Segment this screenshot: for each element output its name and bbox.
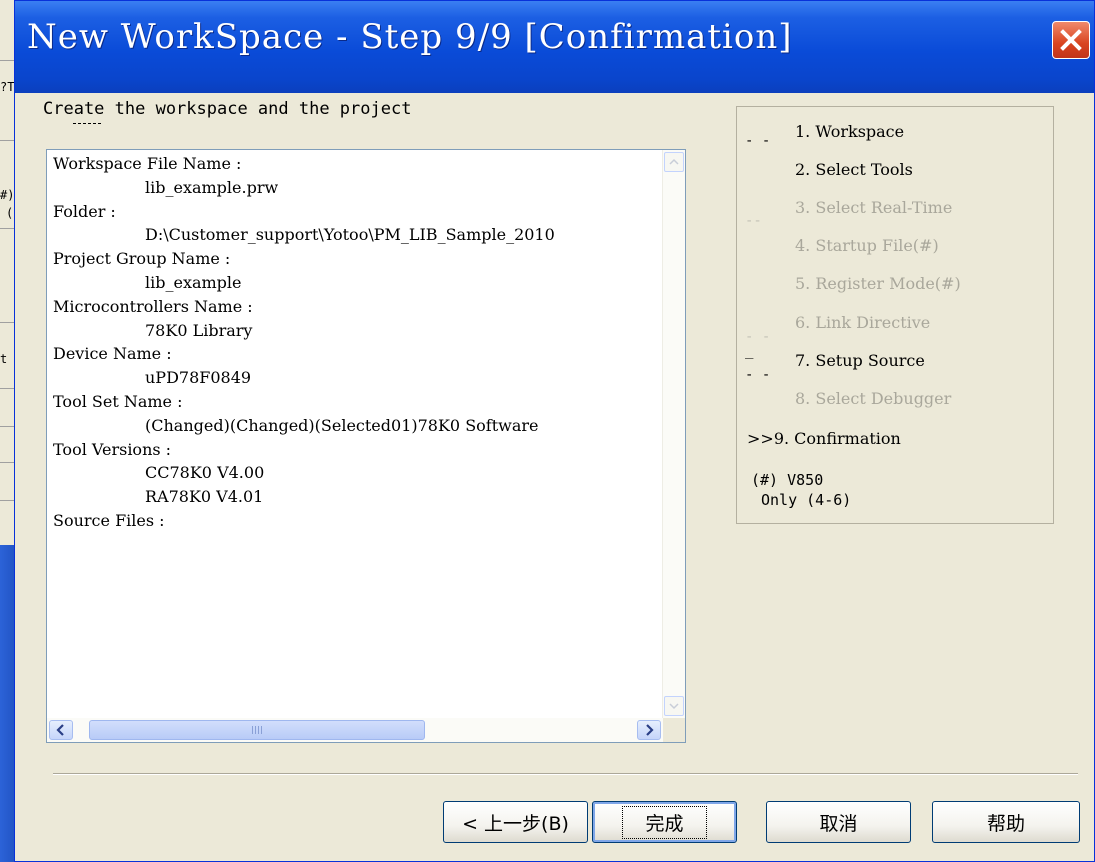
help-button[interactable]: 帮助 xyxy=(932,801,1080,843)
step-link-directive: 6. Link Directive xyxy=(795,313,931,332)
step-select-debugger: 8. Select Debugger xyxy=(795,389,952,408)
summary-value-line: D:\Customer_support\Yotoo\PM_LIB_Sample_… xyxy=(145,225,555,245)
summary-label-line: Workspace File Name : xyxy=(53,154,242,173)
step-workspace: 1. Workspace xyxy=(795,122,905,141)
bg-text-fragment: ( xyxy=(6,206,14,220)
dialog-body: Create the workspace and the project Wor… xyxy=(19,93,1090,857)
close-button[interactable] xyxy=(1052,21,1090,59)
summary-label-line: Tool Set Name : xyxy=(53,391,183,411)
vertical-scrollbar[interactable] xyxy=(662,150,685,718)
scrollbar-corner xyxy=(663,718,685,742)
wizard-steps-panel: - - 1. Workspace 2. Select Tools 3. Sele… xyxy=(736,106,1054,524)
summary-label-line: Folder : xyxy=(53,201,116,221)
window-title: New WorkSpace - Step 9/9 [Confirmation] xyxy=(27,17,793,57)
chevron-up-icon xyxy=(669,158,679,165)
step-setup-source: 7. Setup Source xyxy=(795,351,925,370)
bg-text-fragment: t xyxy=(0,352,8,366)
back-button[interactable]: < 上一步(B) xyxy=(443,801,588,843)
step-register-mode: 5. Register Mode(#) xyxy=(795,274,961,293)
step-marker: _ xyxy=(745,343,754,359)
step-select-tools: 2. Select Tools xyxy=(795,160,913,179)
step-startup-file: 4. Startup File(#) xyxy=(795,236,939,255)
summary-textbox[interactable]: Workspace File Name : lib_example.prw Fold… xyxy=(46,149,686,743)
summary-label-line: Microcontrollers Name : xyxy=(53,296,253,316)
grip-icon xyxy=(252,726,262,734)
bg-text-fragment: #) xyxy=(0,188,15,202)
bg-text-fragment: ?T xyxy=(0,80,15,94)
summary-label-line: Source Files : xyxy=(53,510,165,530)
step-marker: -- xyxy=(745,213,762,229)
v850-note-line2: Only (4-6) xyxy=(761,491,852,509)
title-bar[interactable]: New WorkSpace - Step 9/9 [Confirmation] xyxy=(15,1,1094,93)
horizontal-scroll-thumb[interactable] xyxy=(89,720,425,740)
button-separator xyxy=(53,773,1078,775)
step-marker: - - xyxy=(745,367,771,383)
scroll-left-button[interactable] xyxy=(49,720,73,740)
summary-value-line: lib_example xyxy=(145,272,242,292)
summary-text: Workspace File Name : lib_example.prw Fold… xyxy=(53,152,659,716)
summary-value-line: (Changed)(Changed)(Selected01)78K0 Softw… xyxy=(145,415,539,435)
summary-label-line: Device Name : xyxy=(53,344,172,364)
scroll-up-button[interactable] xyxy=(664,152,684,172)
finish-button-label: 完成 xyxy=(622,805,707,839)
v850-note-line1: (#) V850 xyxy=(751,471,824,489)
close-icon xyxy=(1060,29,1082,51)
summary-value-line: 78K0 Library xyxy=(145,320,253,340)
summary-value-line: lib_example.prw xyxy=(145,177,279,197)
summary-label-line: Tool Versions : xyxy=(53,439,172,459)
scroll-down-button[interactable] xyxy=(664,696,684,716)
cancel-button[interactable]: 取消 xyxy=(766,801,911,843)
page-heading: Create the workspace and the project xyxy=(43,99,412,119)
scroll-right-button[interactable] xyxy=(637,720,661,740)
new-workspace-dialog: New WorkSpace - Step 9/9 [Confirmation] … xyxy=(14,0,1095,862)
chevron-down-icon xyxy=(669,703,679,710)
chevron-right-icon xyxy=(646,724,654,736)
horizontal-scrollbar[interactable] xyxy=(47,718,663,742)
summary-value-line: CC78K0 V4.00 xyxy=(145,463,265,483)
step-marker: - - xyxy=(745,133,771,149)
summary-value-line: uPD78F0849 xyxy=(145,368,252,388)
summary-value-line: RA78K0 V4.01 xyxy=(145,487,264,507)
step-confirmation-current: >>9. Confirmation xyxy=(747,429,901,448)
chevron-left-icon xyxy=(56,724,64,736)
accelerator-underline xyxy=(73,123,101,125)
step-select-real-time: 3. Select Real-Time xyxy=(795,198,953,217)
summary-label-line: Project Group Name : xyxy=(53,249,231,269)
finish-button[interactable]: 完成 xyxy=(592,801,737,843)
